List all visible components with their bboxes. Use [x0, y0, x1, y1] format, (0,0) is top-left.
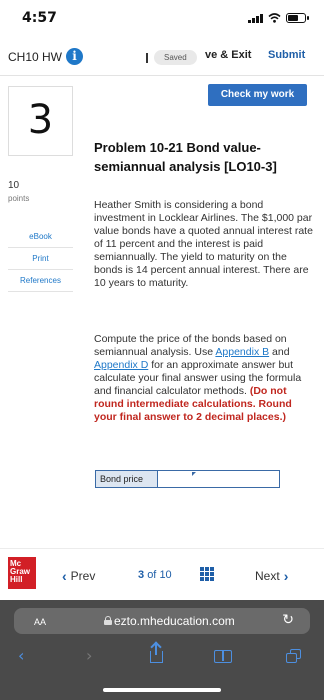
assignment-header: CH10 HW i Saved ve & Exit Submit — [0, 38, 324, 76]
resource-links: eBook Print References — [8, 226, 73, 292]
saved-badge: Saved — [154, 50, 197, 65]
url-text: ezto.mheducation.com — [114, 614, 235, 628]
forward-icon[interactable]: › — [86, 646, 92, 665]
problem-title: Problem 10-21 Bond value-semiannual anal… — [94, 140, 277, 174]
points-value: 10 — [8, 180, 20, 191]
assignment-title: CH10 HW — [8, 50, 63, 64]
text-size-button[interactable]: AA — [34, 614, 46, 628]
status-icons — [248, 13, 309, 23]
problem-instructions: Compute the price of the bonds based on … — [94, 333, 314, 424]
instructions-text: and — [269, 346, 290, 358]
signal-icon — [248, 13, 263, 23]
lock-icon — [104, 616, 112, 625]
page-of: of — [147, 569, 157, 581]
appendix-d-link[interactable]: Appendix D — [94, 359, 148, 371]
bond-price-input[interactable] — [158, 471, 279, 487]
aa-label: AA — [34, 617, 47, 627]
print-link[interactable]: Print — [8, 248, 73, 270]
current-page: 3 — [138, 569, 145, 581]
prev-label: Prev — [70, 569, 96, 583]
prev-button[interactable]: ‹ Prev — [62, 568, 95, 584]
saved-status: Saved — [146, 50, 197, 65]
total-pages: 10 — [159, 569, 172, 581]
references-link[interactable]: References — [8, 270, 73, 292]
browser-chrome: AA ezto.mheducation.com ↻ ‹ › — [0, 600, 324, 700]
grid-icon[interactable] — [200, 567, 214, 581]
tabs-icon[interactable] — [286, 646, 302, 663]
question-number-box: 3 — [8, 86, 73, 156]
appendix-b-link[interactable]: Appendix B — [215, 346, 269, 358]
answer-row: Bond price — [95, 470, 280, 488]
save-exit-button[interactable]: ve & Exit — [205, 49, 251, 61]
points-label: points — [8, 194, 30, 203]
chevron-right-icon: › — [283, 568, 289, 584]
question-navigation: Mc Graw Hill ‹ Prev 3 of 10 Next › — [0, 548, 324, 600]
bond-price-label: Bond price — [96, 471, 158, 487]
page-indicator: 3 of 10 — [138, 569, 172, 581]
bookmarks-icon[interactable] — [214, 646, 232, 663]
wifi-icon — [268, 13, 281, 23]
divider — [146, 52, 148, 63]
reload-icon[interactable]: ↻ — [282, 612, 294, 628]
input-marker-icon — [192, 472, 196, 476]
ebook-link[interactable]: eBook — [8, 226, 73, 248]
share-icon[interactable] — [150, 644, 163, 663]
home-indicator — [103, 688, 221, 692]
question-number: 3 — [27, 97, 54, 143]
back-icon[interactable]: ‹ — [18, 646, 24, 665]
battery-icon — [286, 13, 309, 23]
next-button[interactable]: Next › — [255, 568, 288, 584]
info-icon[interactable]: i — [66, 48, 83, 65]
submit-button[interactable]: Submit — [268, 49, 305, 61]
status-bar: 4:57 — [0, 0, 324, 38]
url-bar[interactable]: AA ezto.mheducation.com ↻ — [14, 608, 310, 634]
status-time: 4:57 — [22, 10, 57, 26]
problem-description: Heather Smith is considering a bond inve… — [94, 199, 313, 289]
check-my-work-button[interactable]: Check my work — [208, 84, 307, 106]
mcgraw-hill-logo: Mc Graw Hill — [8, 557, 36, 589]
chevron-left-icon: ‹ — [62, 568, 67, 584]
next-label: Next — [255, 569, 280, 583]
